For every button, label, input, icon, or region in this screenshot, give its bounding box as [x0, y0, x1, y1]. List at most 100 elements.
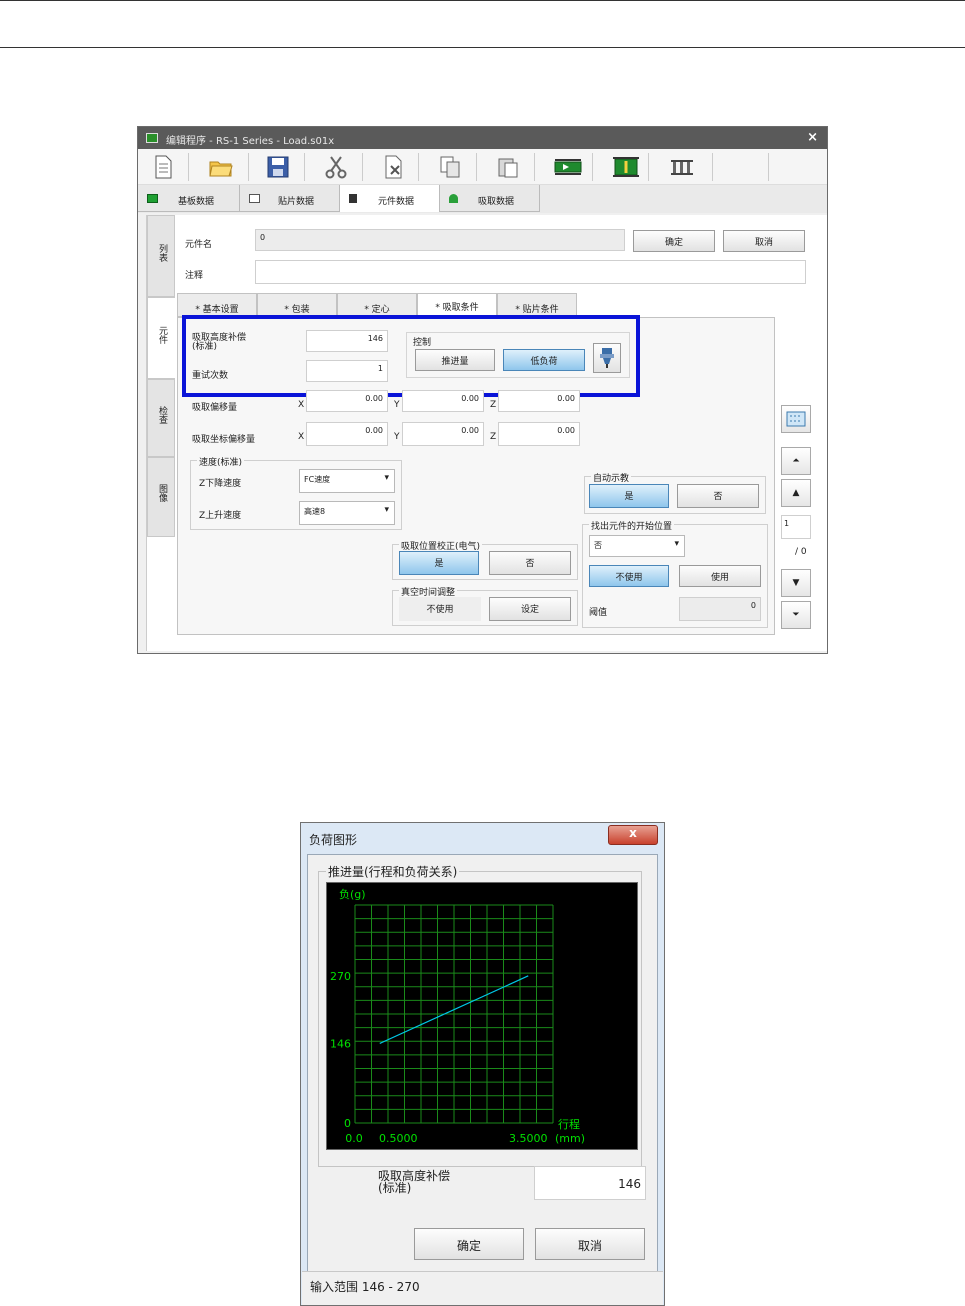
y-tick-label: 270	[330, 970, 351, 983]
comment-field[interactable]	[255, 260, 806, 284]
part-editor: 列表 元件 检查 图像 元件名 0 确定 取消 注释 * 基本设置 * 包装 *…	[146, 215, 827, 651]
speed-group: 速度(标准) Z下降速度 FC速度 Z上升速度 高速8	[190, 455, 402, 530]
next-page-button[interactable]: ▼	[781, 569, 811, 597]
last-page-button[interactable]: ⏷	[781, 601, 811, 629]
page-number-field[interactable]: 1	[781, 515, 811, 539]
top-tabs: 基板数据 贴片数据 元件数据 吸取数据	[138, 185, 827, 213]
offset-z-field[interactable]: 0.00	[498, 390, 580, 412]
image-view-button[interactable]	[781, 405, 811, 433]
close-icon[interactable]: ×	[807, 130, 818, 145]
page-total: / 0	[795, 547, 807, 557]
dialog-cancel-button[interactable]: 取消	[535, 1228, 645, 1260]
detect-select[interactable]: 否	[589, 535, 685, 557]
part-name-field[interactable]: 0	[255, 229, 625, 251]
new-file-icon[interactable]	[152, 155, 178, 179]
prev-page-button[interactable]: ▲	[781, 479, 811, 507]
tab-board-data[interactable]: 基板数据	[138, 185, 240, 212]
dialog-title: 负荷图形	[309, 833, 358, 847]
detect-not-use-button[interactable]: 不使用	[589, 565, 669, 587]
vacuum-set-button[interactable]: 设定	[489, 597, 571, 621]
image-icon	[786, 411, 806, 427]
auto-teach-group: 自动示教 是 否	[584, 471, 766, 514]
paste-icon[interactable]	[496, 155, 522, 179]
tab-pick-data[interactable]: 吸取数据	[440, 185, 540, 212]
window-title: 编辑程序 - RS-1 Series - Load.s01x	[166, 136, 335, 147]
side-tab-check[interactable]: 检查	[147, 379, 175, 457]
comment-label: 注释	[185, 271, 204, 281]
pick-conditions-panel: 吸取高度补偿 (标准) 146 重试次数 1 控制 推进量 低负荷 吸取偏移量 …	[177, 315, 775, 635]
tab-pick-conditions[interactable]: * 吸取条件	[417, 293, 497, 317]
vacuum-group: 真空时间调整 不使用 设定	[392, 585, 578, 626]
threshold-label: 阈值	[589, 608, 608, 618]
tab-centering[interactable]: * 定心	[337, 293, 417, 317]
height-comp-input[interactable]: 146	[534, 1166, 646, 1200]
conveyor-icon[interactable]	[554, 155, 582, 179]
z-up-select[interactable]: 高速8	[299, 501, 395, 525]
confirm-button[interactable]: 确定	[633, 230, 715, 252]
tab-package[interactable]: * 包装	[257, 293, 337, 317]
detect-use-button[interactable]: 使用	[679, 565, 761, 587]
pick-offset-label: 吸取偏移量	[192, 403, 238, 413]
load-chart-svg: 负(g) 0 146 270 0.0 0.5000 3.5000 行程(mm)	[330, 887, 585, 1145]
dialog-body: 推进量(行程和负荷关系) 负(g) 0 146 270 0.0 0.5000 3.5000 行…	[307, 854, 658, 1291]
side-tab-part[interactable]: 元件	[147, 297, 175, 379]
x-axis-label: 行程	[558, 1118, 580, 1131]
z-down-select[interactable]: FC速度	[299, 469, 395, 493]
push-amount-group-label: 推进量(行程和负荷关系)	[326, 863, 460, 880]
close-icon: x	[629, 826, 637, 840]
offset-x-field[interactable]: 0.00	[306, 390, 388, 412]
pick-correct-yes-button[interactable]: 是	[399, 551, 479, 575]
x-axis-unit: (mm)	[555, 1132, 585, 1145]
first-page-button[interactable]: ⏶	[781, 447, 811, 475]
coord-offset-x-field[interactable]: 0.00	[306, 422, 388, 446]
part-name-label: 元件名	[185, 240, 213, 250]
detect-start-group: 找出元件的开始位置 否 不使用 使用 阈值 0	[582, 519, 768, 628]
tab-part-data[interactable]: 元件数据	[340, 185, 440, 212]
auto-teach-no-button[interactable]: 否	[677, 484, 759, 508]
first-page-icon: ⏶	[792, 456, 800, 466]
auto-teach-yes-button[interactable]: 是	[589, 484, 669, 508]
z-down-label: Z下降速度	[199, 479, 242, 489]
status-text: 输入范围 146 - 270	[310, 1280, 420, 1294]
load-chart: 负(g) 0 146 270 0.0 0.5000 3.5000 行程 (mm)	[326, 882, 638, 1150]
height-comp-label-dialog: 吸取高度补偿 (标准)	[378, 1169, 451, 1195]
coord-offset-label: 吸取坐标偏移量	[192, 435, 256, 445]
status-bar: 输入范围 146 - 270	[302, 1271, 663, 1305]
y-tick-label: 146	[330, 1037, 351, 1050]
x-tick-label: 0.0	[345, 1132, 363, 1145]
last-page-icon: ⏷	[792, 610, 800, 620]
cancel-button[interactable]: 取消	[723, 230, 805, 252]
toolbar	[138, 149, 827, 185]
tab-mount-data[interactable]: 贴片数据	[240, 185, 340, 212]
z-up-label: Z上升速度	[199, 511, 242, 521]
dialog-close-button[interactable]: x	[608, 825, 658, 845]
y-tick-label: 0	[344, 1117, 351, 1130]
x-tick-label: 0.5000	[379, 1132, 418, 1145]
pick-correct-no-button[interactable]: 否	[489, 551, 571, 575]
feeder-icon	[449, 194, 458, 203]
header-rule	[0, 47, 965, 48]
dialog-ok-button[interactable]: 确定	[414, 1228, 524, 1260]
tab-mount-conditions[interactable]: * 贴片条件	[497, 293, 577, 317]
nozzle-icon[interactable]	[668, 155, 694, 179]
editor-window: 编辑程序 - RS-1 Series - Load.s01x × 基板数据 贴片…	[137, 126, 828, 654]
save-icon[interactable]	[266, 155, 292, 179]
grid-icon	[249, 194, 260, 203]
side-tab-list[interactable]: 列表	[147, 215, 175, 297]
copy-icon[interactable]	[438, 155, 464, 179]
open-folder-icon[interactable]	[208, 155, 234, 179]
side-tab-image[interactable]: 图像	[147, 457, 175, 537]
offset-y-field[interactable]: 0.00	[402, 390, 484, 412]
board-icon	[147, 194, 158, 203]
coord-offset-z-field[interactable]: 0.00	[498, 422, 580, 446]
title-bar: 编辑程序 - RS-1 Series - Load.s01x ×	[138, 127, 827, 149]
tab-basic-settings[interactable]: * 基本设置	[177, 293, 257, 317]
app-icon	[146, 133, 158, 143]
threshold-field[interactable]: 0	[679, 597, 761, 621]
board-transfer-icon[interactable]	[612, 155, 639, 179]
cut-icon[interactable]	[324, 155, 350, 179]
delete-icon[interactable]	[382, 155, 408, 179]
pick-pos-correct-group: 吸取位置校正(电气) 是 否	[392, 539, 578, 580]
coord-offset-y-field[interactable]: 0.00	[402, 422, 484, 446]
chip-icon	[349, 194, 357, 203]
